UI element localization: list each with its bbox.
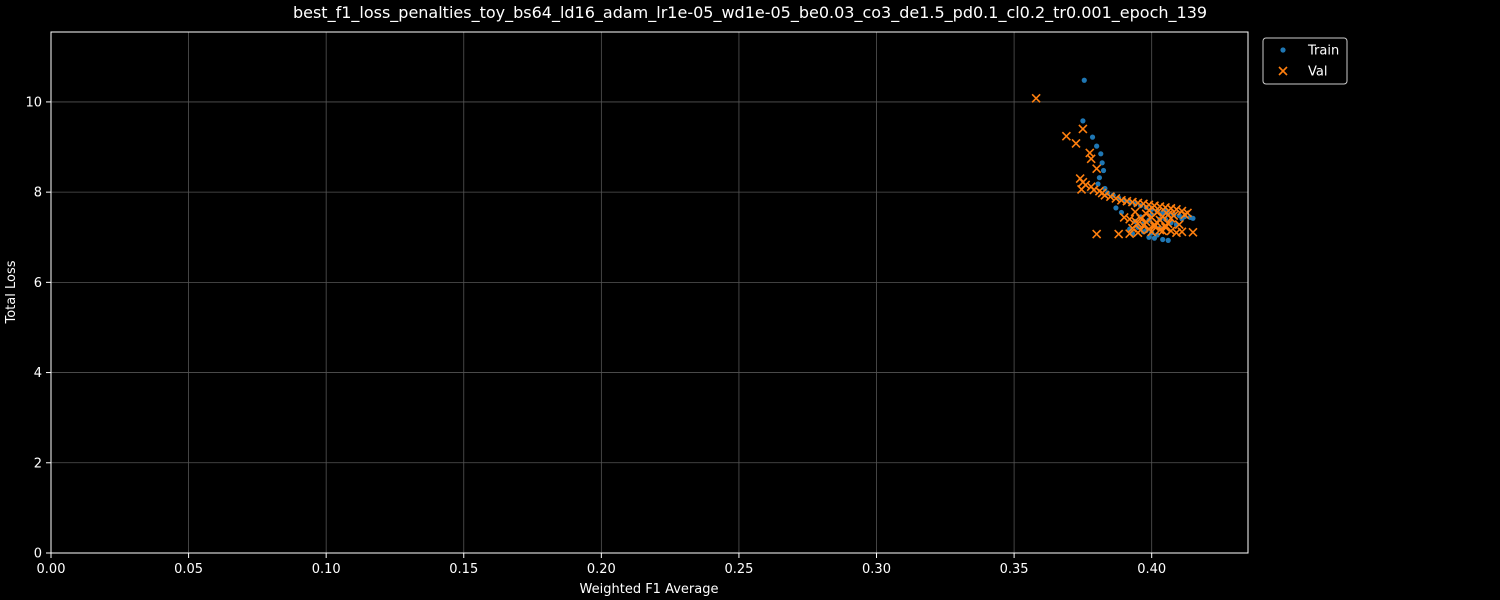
y-tick-label: 2: [34, 456, 42, 471]
x-tick-label: 0.05: [174, 562, 203, 577]
plot-frame: [50, 31, 1249, 554]
x-tick-label: 0.10: [312, 562, 341, 577]
val-point: [1031, 93, 1041, 103]
train-point: [1089, 134, 1096, 140]
x-tick-label: 0.00: [37, 562, 66, 577]
val-point: [1071, 138, 1081, 148]
val-point: [1114, 229, 1124, 239]
train-point: [1151, 235, 1158, 241]
train-point: [1100, 167, 1107, 174]
legend-marker-train: [1280, 47, 1286, 53]
legend-label-val: Val: [1308, 65, 1327, 80]
plot-layer: [1031, 77, 1198, 243]
train-point: [1094, 143, 1100, 149]
y-tick-label: 6: [34, 276, 42, 291]
train-point: [1080, 118, 1086, 124]
x-tick-label: 0.40: [1137, 562, 1166, 577]
grid-layer: [50, 32, 1248, 554]
y-tick-label: 0: [34, 547, 42, 562]
y-tick-label: 10: [25, 95, 42, 110]
train-point: [1165, 237, 1171, 243]
train-point: [1096, 175, 1103, 181]
legend: Train Val: [1262, 37, 1348, 85]
ticks-layer: 0.00 0.05 0.10 0.15 0.20 0.25 0.30 0.35 0.40 0 2 4 6…: [25, 95, 1166, 577]
legend-label-train: Train: [1307, 44, 1339, 59]
x-tick-label: 0.15: [449, 562, 478, 577]
val-point: [1078, 124, 1088, 134]
y-axis-label: Total Loss: [4, 260, 19, 324]
x-axis-label: Weighted F1 Average: [580, 582, 719, 597]
train-point: [1081, 77, 1087, 83]
x-tick-label: 0.35: [1000, 562, 1029, 577]
x-tick-label: 0.30: [862, 562, 891, 577]
y-tick-label: 4: [34, 366, 42, 381]
val-point: [1092, 229, 1102, 239]
val-point: [1061, 131, 1071, 141]
x-tick-label: 0.25: [724, 562, 753, 577]
y-tick-label: 8: [34, 186, 42, 201]
val-point: [1086, 154, 1096, 164]
val-point: [1130, 207, 1140, 217]
train-point: [1098, 151, 1104, 157]
train-point: [1095, 181, 1101, 187]
scatter-chart: 0.00 0.05 0.10 0.15 0.20 0.25 0.30 0.35 0.40 0 2 4 6…: [4, 3, 1348, 597]
chart-title: best_f1_loss_penalties_toy_bs64_ld16_ada…: [293, 3, 1207, 23]
x-tick-label: 0.20: [587, 562, 616, 577]
train-point: [1113, 205, 1119, 211]
val-point: [1188, 227, 1198, 237]
val-point: [1089, 185, 1099, 195]
train-point: [1160, 236, 1166, 243]
val-point: [1092, 164, 1102, 174]
